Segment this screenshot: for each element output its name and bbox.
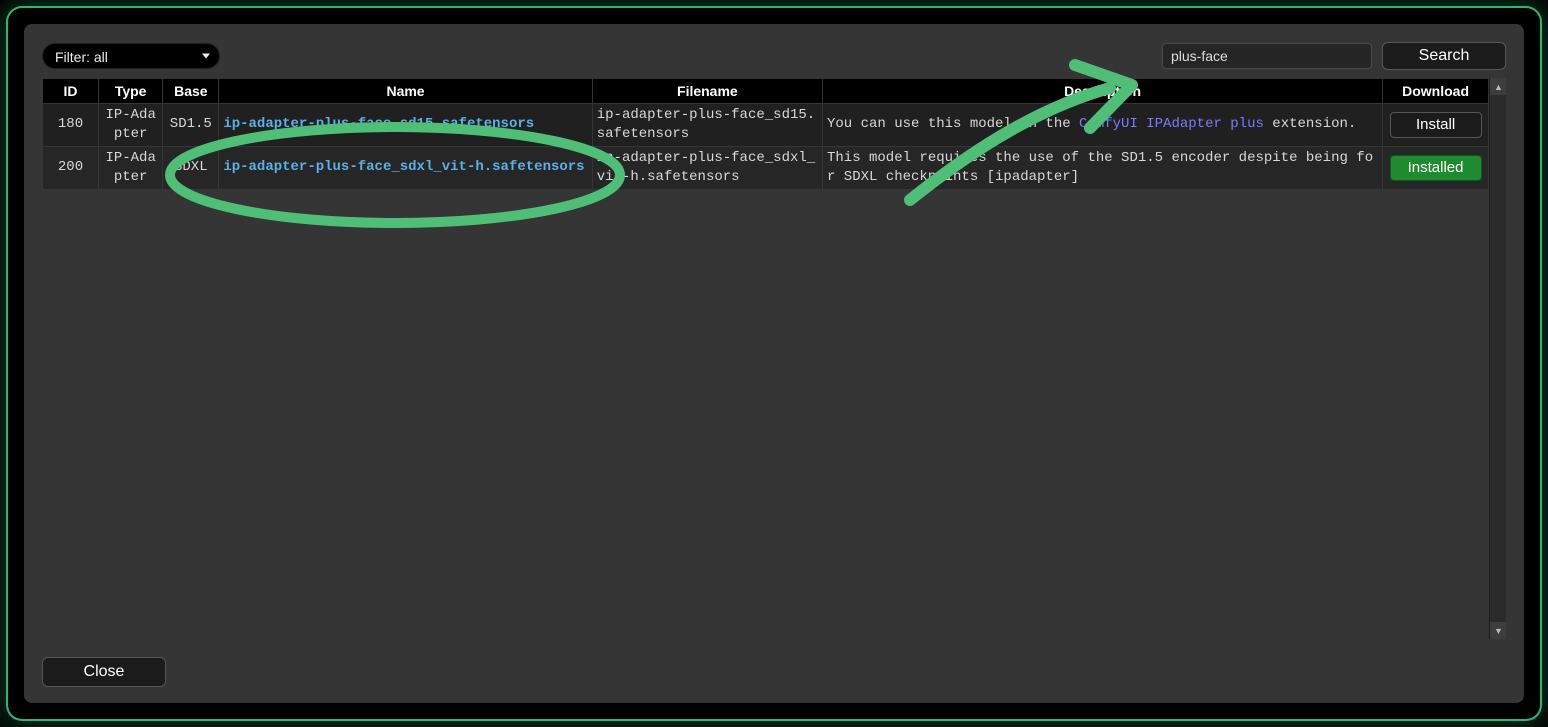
- cell-base: SDXL: [163, 146, 219, 189]
- cell-download: Install: [1383, 104, 1489, 147]
- desc-post: extension.: [1264, 116, 1356, 132]
- search-button[interactable]: Search: [1382, 42, 1506, 70]
- cell-download: Installed: [1383, 146, 1489, 189]
- cell-filename: ip-adapter-plus-face_sdxl_vit-h.safetens…: [592, 146, 822, 189]
- cell-name: ip-adapter-plus-face_sd15.safetensors: [219, 104, 592, 147]
- filter-select[interactable]: Filter: all: [42, 43, 220, 69]
- table-row: 200 IP-Adapter SDXL ip-adapter-plus-face…: [43, 146, 1489, 189]
- cell-id: 180: [43, 104, 99, 147]
- models-table: ID Type Base Name Filename Description D…: [42, 78, 1489, 190]
- installed-button[interactable]: Installed: [1390, 155, 1482, 181]
- cell-id: 200: [43, 146, 99, 189]
- table-row: 180 IP-Adapter SD1.5 ip-adapter-plus-fac…: [43, 104, 1489, 147]
- footer: Close: [42, 639, 1506, 689]
- col-header-name: Name: [219, 79, 592, 104]
- close-button[interactable]: Close: [42, 657, 166, 687]
- cell-type: IP-Adapter: [99, 146, 163, 189]
- cell-description: You can use this model in the ComfyUI IP…: [823, 104, 1383, 147]
- cell-type: IP-Adapter: [99, 104, 163, 147]
- model-browser-panel: Filter: all Search ID Type Base Name Fil…: [24, 24, 1524, 703]
- col-header-type: Type: [99, 79, 163, 104]
- cell-name: ip-adapter-plus-face_sdxl_vit-h.safetens…: [219, 146, 592, 189]
- desc-pre: This model requires the use of the SD1.5…: [827, 150, 1373, 185]
- scroll-down-icon[interactable]: ▼: [1490, 622, 1506, 639]
- model-name-link[interactable]: ip-adapter-plus-face_sdxl_vit-h.safetens…: [223, 159, 584, 175]
- filter-wrap: Filter: all: [42, 43, 220, 69]
- desc-pre: You can use this model in the: [827, 116, 1079, 132]
- desc-extension-link[interactable]: ComfyUI IPAdapter plus: [1079, 116, 1264, 132]
- search-input[interactable]: [1162, 43, 1372, 69]
- table-container: ID Type Base Name Filename Description D…: [42, 78, 1506, 639]
- cell-filename: ip-adapter-plus-face_sd15.safetensors: [592, 104, 822, 147]
- scroll-up-icon[interactable]: ▲: [1490, 78, 1506, 95]
- cell-base: SD1.5: [163, 104, 219, 147]
- model-name-link[interactable]: ip-adapter-plus-face_sd15.safetensors: [223, 116, 534, 132]
- col-header-id: ID: [43, 79, 99, 104]
- install-button[interactable]: Install: [1390, 112, 1482, 138]
- toolbar: Filter: all Search: [42, 42, 1506, 70]
- cell-description: This model requires the use of the SD1.5…: [823, 146, 1383, 189]
- col-header-base: Base: [163, 79, 219, 104]
- col-header-download: Download: [1383, 79, 1489, 104]
- col-header-filename: Filename: [592, 79, 822, 104]
- col-header-description: Description: [823, 79, 1383, 104]
- table-header-row: ID Type Base Name Filename Description D…: [43, 79, 1489, 104]
- vertical-scrollbar[interactable]: ▲ ▼: [1489, 78, 1506, 639]
